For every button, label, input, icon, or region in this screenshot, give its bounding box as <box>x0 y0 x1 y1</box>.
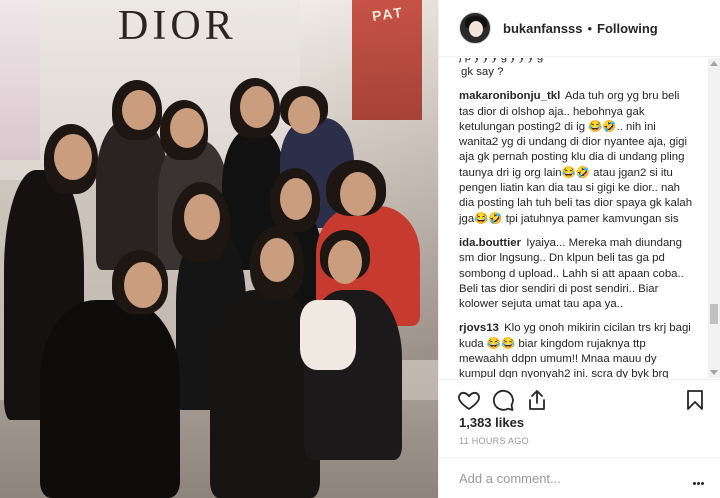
comment-text: Ada tuh org yg bru beli tas dior di olsh… <box>459 90 693 225</box>
share-icon[interactable] <box>525 388 549 412</box>
comment-icon[interactable] <box>491 388 515 412</box>
comment-username[interactable]: rjovs13 <box>459 322 499 334</box>
likes-count[interactable]: 1,383 likes <box>459 415 524 430</box>
more-options-icon[interactable] <box>693 472 707 485</box>
following-button[interactable]: Following <box>597 21 658 36</box>
comment-username[interactable]: makaronibonju_tkl <box>459 90 560 102</box>
scroll-thumb[interactable] <box>710 304 718 324</box>
post-photo[interactable]: PAT DIOR <box>0 0 438 498</box>
scroll-up-icon[interactable] <box>710 61 718 66</box>
comments-list[interactable]: j p y y y g y y y g gk say ? makaronibon… <box>439 58 709 378</box>
comment-item: ida.bouttier Iyaiya... Mereka mah diunda… <box>459 236 695 312</box>
comments-scrollbar[interactable] <box>708 58 720 378</box>
header-separator: • <box>587 20 593 36</box>
person-figure <box>0 0 438 498</box>
post-header: bukanfansss • Following <box>439 0 720 57</box>
comment-overflow-line: j p y y y g y y y g <box>459 58 695 65</box>
comment-username[interactable]: ida.bouttier <box>459 237 521 249</box>
comment-text: gk say ? <box>461 66 504 78</box>
comment-item: rjovs13 Klo yg onoh mikirin cicilan trs … <box>459 321 695 378</box>
comment-item: makaronibonju_tkl Ada tuh org yg bru bel… <box>459 89 695 227</box>
avatar[interactable] <box>459 12 491 44</box>
heart-icon[interactable] <box>457 388 481 412</box>
post-timestamp[interactable]: 11 HOURS AGO <box>459 436 529 446</box>
comment-input[interactable] <box>459 470 659 486</box>
add-comment-section <box>439 457 720 498</box>
header-username[interactable]: bukanfansss <box>503 21 582 36</box>
post-sidebar: bukanfansss • Following j p y y y g y y … <box>438 0 720 498</box>
comment-item: j p y y y g y y y g gk say ? <box>459 58 695 80</box>
action-bar <box>439 379 720 419</box>
bookmark-icon[interactable] <box>683 388 707 412</box>
scroll-down-icon[interactable] <box>710 370 718 375</box>
header-text: bukanfansss • Following <box>503 21 658 36</box>
